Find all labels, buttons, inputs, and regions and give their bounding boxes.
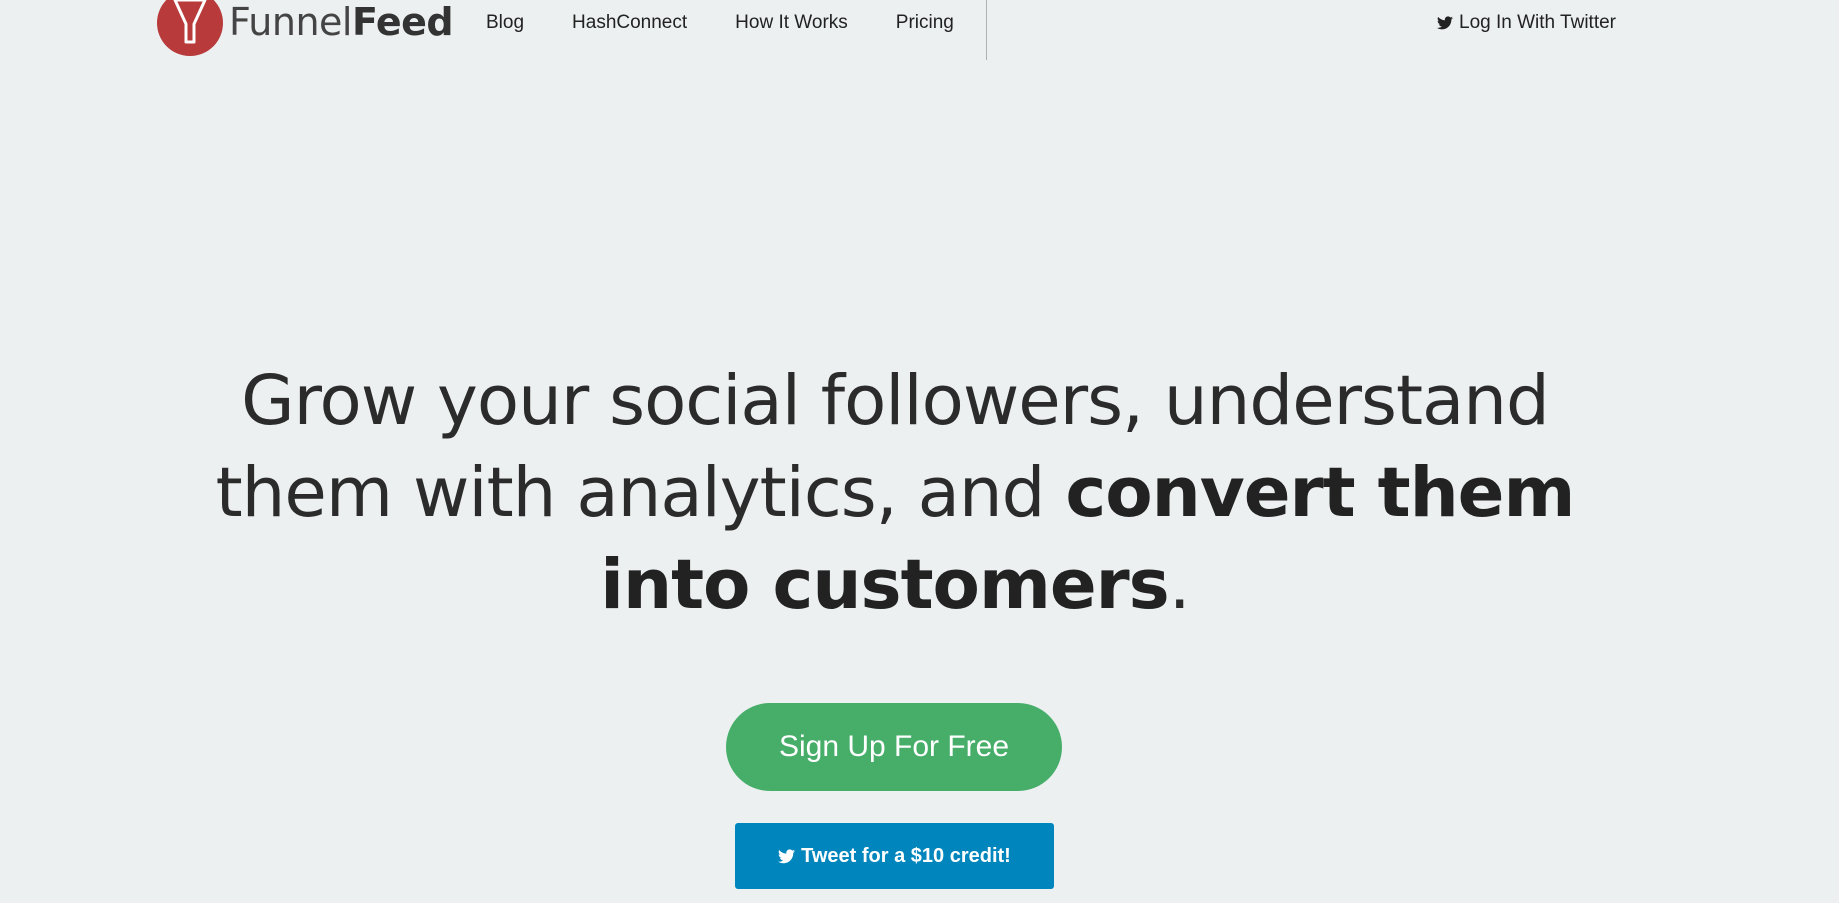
hero-headline: Grow your social followers, understand t…	[180, 355, 1610, 631]
brand-name-light: Funnel	[229, 0, 352, 44]
nav-link-pricing[interactable]: Pricing	[896, 10, 954, 36]
twitter-bird-icon	[778, 848, 796, 863]
top-navbar: FunnelFeed Blog HashConnect How It Works…	[0, 0, 1839, 60]
main-nav: Blog HashConnect How It Works Pricing	[486, 10, 1002, 36]
twitter-bird-icon	[1437, 16, 1453, 30]
tweet-credit-label: Tweet for a $10 credit!	[801, 844, 1011, 867]
brand-name: FunnelFeed	[229, 0, 454, 44]
brand-name-bold: Feed	[351, 0, 454, 44]
tweet-credit-button[interactable]: Tweet for a $10 credit!	[735, 823, 1054, 889]
sign-up-button[interactable]: Sign Up For Free	[726, 703, 1062, 791]
nav-divider	[986, 0, 987, 60]
login-with-twitter-link[interactable]: Log In With Twitter	[1437, 10, 1616, 36]
nav-link-hashconnect[interactable]: HashConnect	[572, 10, 687, 36]
nav-link-blog[interactable]: Blog	[486, 10, 524, 36]
funnel-icon	[157, 0, 223, 56]
sign-up-label: Sign Up For Free	[778, 730, 1010, 763]
hero-period: .	[1168, 545, 1191, 625]
nav-link-how-it-works[interactable]: How It Works	[735, 10, 848, 36]
login-label: Log In With Twitter	[1459, 12, 1616, 33]
